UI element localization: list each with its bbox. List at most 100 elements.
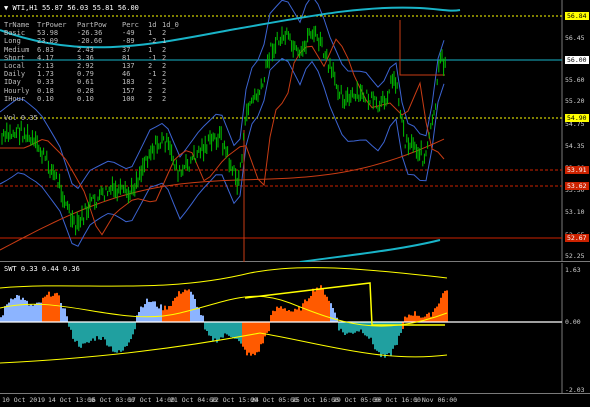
table-cell: 0.33 — [37, 78, 54, 87]
histogram-bar — [120, 322, 122, 352]
histogram-bar — [194, 298, 196, 322]
histogram-bar — [432, 311, 434, 322]
table-cell: 183 — [122, 78, 135, 87]
histogram-bar — [410, 315, 412, 322]
histogram-bar — [390, 322, 392, 356]
histogram-bar — [346, 322, 348, 334]
histogram-bar — [348, 322, 350, 333]
histogram-bar — [14, 298, 16, 322]
histogram-bar — [212, 322, 214, 342]
histogram-bar — [106, 322, 108, 346]
histogram-bar — [72, 322, 74, 339]
dropdown-triangle-icon[interactable]: ▼ — [4, 4, 8, 12]
histogram-bar — [320, 285, 322, 322]
histogram-bar — [148, 301, 150, 322]
price-tag: 52.67 — [565, 234, 589, 242]
histogram-bar — [22, 297, 24, 322]
table-cell: 2 — [148, 94, 153, 103]
histogram-bar — [408, 314, 410, 322]
histogram-bar — [324, 294, 326, 322]
histogram-bar — [188, 289, 190, 322]
table-cell: 0.79 — [77, 70, 94, 79]
histogram-bar — [100, 322, 102, 341]
histogram-bar — [424, 316, 426, 322]
histogram-bar — [344, 322, 346, 335]
histogram-bar — [322, 288, 324, 322]
histogram-bar — [328, 300, 330, 322]
histogram-bar — [240, 322, 242, 344]
histogram-bar — [434, 308, 436, 322]
histogram-bar — [228, 322, 230, 336]
histogram-bar — [334, 312, 336, 322]
histogram-bar — [184, 289, 186, 322]
histogram-bar — [40, 302, 42, 322]
histogram-bar — [170, 305, 172, 322]
histogram-bar — [200, 315, 202, 322]
histogram-bar — [98, 322, 100, 340]
histogram-bar — [152, 301, 154, 322]
histogram-bar — [158, 308, 160, 322]
indicator-chart-canvas[interactable] — [0, 263, 590, 394]
histogram-bar — [128, 322, 130, 343]
histogram-bar — [54, 293, 56, 322]
histogram-bar — [400, 322, 402, 333]
histogram-bar — [150, 302, 152, 322]
histogram-bar — [56, 292, 58, 322]
histogram-bar — [406, 317, 408, 322]
indicator-scale-label: 1.63 — [565, 266, 581, 274]
table-cell: 53.98 — [37, 29, 59, 38]
sub-header: SWT 0.33 0.44 0.36 — [4, 265, 80, 273]
histogram-bar — [332, 308, 334, 322]
table-cell: 1 — [148, 29, 153, 38]
histogram-bar — [202, 315, 204, 322]
histogram-bar — [364, 322, 366, 336]
histogram-bar — [82, 322, 84, 344]
histogram-bar — [172, 300, 174, 322]
histogram-bar — [76, 322, 78, 341]
table-row: Hourly 0.18 0.28 157 2 2 — [4, 87, 176, 95]
histogram-bar — [340, 322, 342, 329]
histogram-bar — [444, 290, 446, 322]
histogram-bar — [142, 307, 144, 322]
table-cell: Daily — [4, 70, 26, 79]
table-header: TrName — [4, 21, 30, 29]
histogram-bar — [242, 322, 244, 347]
table-cell: 3.36 — [77, 53, 94, 62]
table-cell: 1 — [162, 37, 167, 46]
table-header: 1d_0 — [162, 21, 179, 29]
histogram-bar — [270, 315, 272, 322]
histogram-bar — [58, 295, 60, 322]
histogram-bar — [232, 322, 234, 339]
histogram-bar — [70, 322, 72, 330]
histogram-bar — [236, 322, 238, 339]
histogram-bar — [314, 291, 316, 322]
histogram-bar — [34, 304, 36, 322]
histogram-bar — [414, 311, 416, 322]
histogram-bar — [250, 322, 252, 356]
table-cell: Local — [4, 62, 26, 71]
histogram-bar — [154, 301, 156, 322]
histogram-bar — [368, 322, 370, 339]
histogram-bar — [12, 299, 14, 322]
histogram-bar — [404, 316, 406, 322]
time-axis-label: 24 Oct 05:00 — [251, 396, 298, 404]
indicator-scale-label: -2.03 — [565, 386, 585, 394]
table-header-row: TrName TrPower PartPow Perc 1d 1d_0 — [4, 21, 179, 29]
histogram-bar — [180, 293, 182, 322]
histogram-bar — [318, 288, 320, 322]
time-axis-label: 1 Nov 06:00 — [414, 396, 458, 404]
price-scale-label: 53.10 — [565, 208, 585, 216]
histogram-bar — [310, 295, 312, 322]
histogram-bar — [428, 312, 430, 322]
histogram-bar — [44, 296, 46, 322]
table-cell: 2 — [148, 62, 153, 71]
histogram-bar — [440, 297, 442, 322]
table-cell: 137 — [122, 62, 135, 71]
histogram-bar — [144, 304, 146, 322]
histogram-bar — [2, 315, 4, 322]
histogram-bar — [384, 322, 386, 358]
histogram-bar — [284, 308, 286, 322]
table-cell: -2 — [148, 37, 157, 46]
time-axis-label: 10 Oct 2019 — [2, 396, 46, 404]
histogram-bar — [230, 322, 232, 338]
